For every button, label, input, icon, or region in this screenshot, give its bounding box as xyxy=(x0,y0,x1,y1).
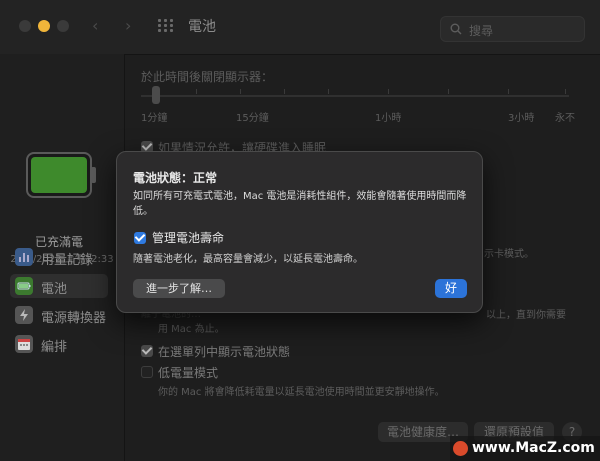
low-power-desc: 你的 Mac 將會降低耗電量以延長電池使用時間並更安靜地操作。 xyxy=(158,387,445,398)
watermark: www.MacZ.com xyxy=(450,436,600,461)
slider-tick xyxy=(284,89,285,94)
sidebar: 已充滿電 21/3/2022 上午12:33 用量記錄 電池 電源轉換器 編排 xyxy=(0,54,125,461)
window-title: 電池 xyxy=(188,19,216,35)
battery-large-icon xyxy=(26,152,96,198)
manage-battery-longevity-label[interactable]: 管理電池壽命 xyxy=(152,229,224,246)
slider-tick-label: 1小時 xyxy=(375,113,402,124)
slider-tick xyxy=(448,89,449,94)
slider-tick xyxy=(388,89,389,94)
show-all-grid-icon[interactable] xyxy=(158,19,173,32)
dialog-title: 電池狀態：正常 xyxy=(133,171,218,185)
minimize-button[interactable] xyxy=(38,20,50,32)
slider-tick xyxy=(196,89,197,94)
sidebar-item-label: 電源轉換器 xyxy=(41,311,107,326)
slider-tick xyxy=(508,89,509,94)
display-off-slider-knob[interactable] xyxy=(152,86,160,104)
learn-more-button[interactable]: 進一步了解… xyxy=(133,279,225,298)
slider-tick xyxy=(240,89,241,94)
sidebar-item-power-adapter[interactable]: 電源轉換器 xyxy=(10,303,108,327)
slider-tick-label: 15分鐘 xyxy=(236,113,269,124)
sidebar-item-label: 用量記錄 xyxy=(41,253,94,268)
graphics-switch-partial-text: 示卡模式。 xyxy=(484,249,534,260)
search-icon xyxy=(450,23,462,35)
slider-tick-label: 1分鐘 xyxy=(141,113,168,124)
back-chevron-icon[interactable]: ‹ xyxy=(92,16,98,35)
sidebar-item-label: 編排 xyxy=(41,340,68,355)
battery-health-dialog: 電池狀態：正常 如同所有可充電式電池，Mac 電池是消耗性組件，效能會隨著使用時… xyxy=(116,151,483,313)
close-button[interactable] xyxy=(19,20,31,32)
dialog-note: 隨著電池老化，最高容量會減少，以延長電池壽命。 xyxy=(133,254,363,265)
optimized-charging-desc-end: 用 Mac 為止。 xyxy=(158,324,225,335)
compass-logo-icon xyxy=(453,441,468,456)
optimized-charging-desc-partial: 以上，直到你需要 xyxy=(486,310,566,321)
bar-chart-icon xyxy=(15,248,33,266)
show-menu-bar-label: 在選單列中顯示電池狀態 xyxy=(158,345,291,359)
battery-icon xyxy=(15,277,33,295)
low-power-label: 低電量模式 xyxy=(158,366,219,380)
manage-battery-longevity-checkbox[interactable] xyxy=(134,232,146,244)
display-off-label: 於此時間後關閉顯示器： xyxy=(141,70,274,84)
slider-tick-label: 3小時 xyxy=(508,113,535,124)
sidebar-item-battery[interactable]: 電池 xyxy=(10,274,108,298)
forward-chevron-icon[interactable]: › xyxy=(125,16,131,35)
calendar-icon xyxy=(15,335,33,353)
search-field[interactable]: 搜尋 xyxy=(440,16,585,42)
slider-tick-label: 永不 xyxy=(555,113,575,124)
preferences-window: ‹ › 電池 搜尋 已充滿電 21/3/2022 上午12:33 用量記錄 電池… xyxy=(0,0,600,461)
sidebar-item-usage-history[interactable]: 用量記錄 xyxy=(10,245,108,269)
power-adapter-icon xyxy=(15,306,33,324)
title-bar: ‹ › 電池 搜尋 xyxy=(0,0,600,55)
show-menu-bar-checkbox[interactable] xyxy=(141,345,153,357)
ok-button[interactable]: 好 xyxy=(435,279,467,298)
sidebar-item-schedule[interactable]: 編排 xyxy=(10,332,108,356)
zoom-button[interactable] xyxy=(57,20,69,32)
display-off-slider-track[interactable] xyxy=(141,95,569,97)
slider-tick xyxy=(328,89,329,94)
sidebar-item-label: 電池 xyxy=(41,282,68,297)
dialog-body: 如同所有可充電式電池，Mac 電池是消耗性組件，效能會隨著使用時間而降低。 xyxy=(133,191,467,217)
low-power-checkbox[interactable] xyxy=(141,366,153,378)
search-placeholder: 搜尋 xyxy=(469,24,494,38)
slider-tick xyxy=(565,89,566,94)
watermark-text: www.MacZ.com xyxy=(472,440,595,456)
